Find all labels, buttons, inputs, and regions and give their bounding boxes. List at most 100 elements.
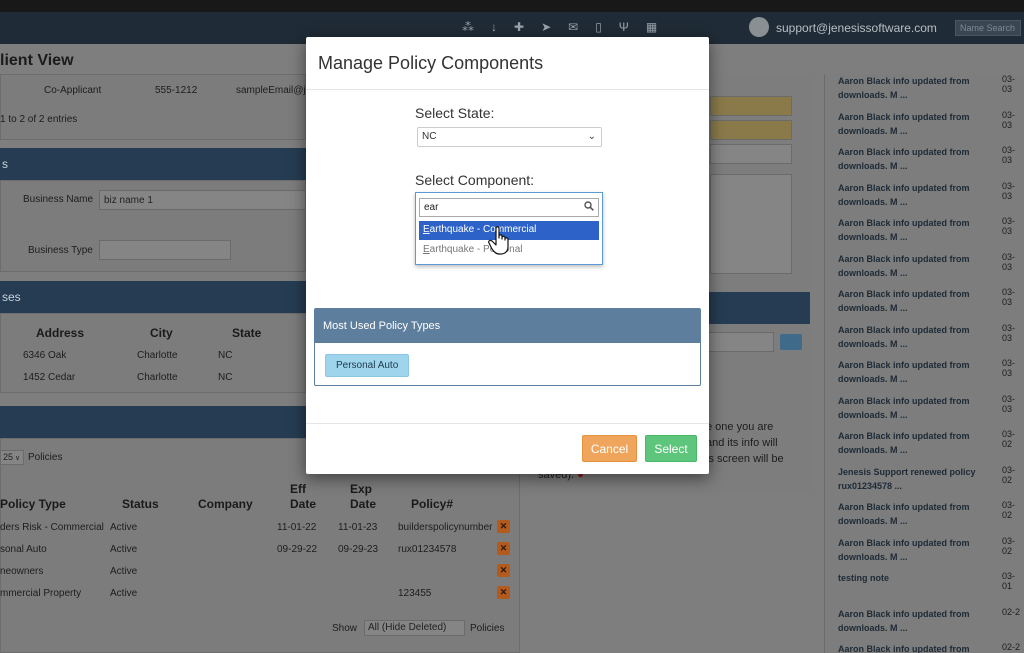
state-select[interactable]: NC ⌄	[417, 127, 602, 147]
user-email[interactable]: support@jenesissoftware.com	[776, 21, 937, 35]
coapplicant-email: sampleEmail@je	[236, 85, 312, 96]
component-search-input[interactable]: ear	[419, 198, 599, 217]
calendar-icon[interactable]: ▦	[646, 20, 657, 34]
select-state-label: Select State:	[415, 105, 495, 121]
business-name-input[interactable]: biz name 1	[99, 190, 306, 210]
exp-date-header-line-2: Date	[350, 497, 377, 511]
middle-input[interactable]	[710, 144, 792, 164]
hand-cursor-icon	[488, 226, 509, 255]
business-type-input[interactable]	[99, 240, 231, 260]
policy-number-cell: builderspolicynumber	[398, 522, 493, 533]
note-date: 03-02	[1002, 535, 1016, 556]
note-item[interactable]: Aaron Black info updated from downloads.…	[838, 394, 988, 422]
policy-type-cell: sonal Auto	[0, 544, 47, 555]
policy-number-col-header[interactable]: Policy#	[411, 497, 453, 511]
note-item[interactable]: testing note	[838, 571, 988, 585]
modal-footer-divider	[306, 423, 709, 424]
middle-textarea[interactable]	[710, 174, 792, 274]
addresses-panel-title: ses	[2, 290, 21, 304]
name-search-input[interactable]: Name Search	[955, 20, 1021, 36]
policy-type-cell: neowners	[0, 566, 44, 577]
document-icon[interactable]: ▯	[595, 20, 602, 34]
exp-date-col-header[interactable]: Exp Date	[350, 482, 376, 512]
note-date: 03-03	[1002, 251, 1016, 272]
eff-date-col-header[interactable]: Eff Date	[290, 482, 316, 512]
state-select-value: NC	[422, 131, 437, 142]
show-policies-select[interactable]: All (Hide Deleted)	[364, 620, 465, 636]
address-col-header[interactable]: Address	[36, 326, 84, 340]
note-date: 03-03	[1002, 145, 1016, 165]
status-col-header[interactable]: Status	[122, 497, 159, 511]
middle-select-1[interactable]	[710, 96, 792, 116]
note-item[interactable]: Aaron Black info updated from downloads.…	[838, 536, 988, 564]
delete-policy-icon[interactable]: ✕	[497, 520, 510, 533]
download-icon[interactable]: ↓	[491, 20, 497, 34]
select-button[interactable]: Select	[645, 435, 697, 462]
note-date: 03-03	[1002, 74, 1016, 94]
exp-date-cell: 09-29-23	[338, 544, 379, 555]
page-size-suffix: Policies	[28, 452, 63, 463]
note-date: 03-03	[1002, 216, 1016, 236]
coapplicant-phone: 555-1212	[155, 85, 198, 96]
business-name-label: Business Name	[23, 194, 94, 205]
note-date: 03-03	[1002, 287, 1016, 307]
address-cell: 1452 Cedar	[23, 372, 76, 383]
note-item[interactable]: Aaron Black info updated from downloads.…	[838, 74, 988, 102]
delete-policy-icon[interactable]: ✕	[497, 564, 510, 577]
note-date: 03-03	[1002, 393, 1016, 414]
note-date: 03-03	[1002, 180, 1016, 201]
note-item[interactable]: Aaron Black info updated from downloads.…	[838, 358, 988, 386]
eff-date-header-line-2: Date	[290, 497, 317, 511]
city-col-header[interactable]: City	[150, 326, 173, 340]
business-panel-header: s	[0, 148, 306, 180]
note-date: 03-02	[1002, 464, 1016, 485]
send-icon[interactable]: ➤	[541, 20, 551, 34]
note-item[interactable]: Aaron Black info updated from downloads.…	[838, 642, 988, 653]
modal-title: Manage Policy Components	[318, 53, 544, 73]
status-cell: Active	[110, 566, 138, 577]
note-item[interactable]: Aaron Black info updated from downloads.…	[838, 110, 988, 138]
state-cell: NC	[218, 350, 233, 361]
note-date: 03-03	[1002, 109, 1016, 130]
user-avatar[interactable]	[749, 17, 769, 37]
mail-icon[interactable]: ✉	[568, 20, 578, 34]
middle-text-line-2: and its info will	[706, 437, 778, 449]
handshake-icon[interactable]: ⁂	[462, 20, 474, 34]
city-cell: Charlotte	[137, 372, 178, 383]
policy-number-cell: rux01234578	[398, 544, 457, 555]
status-cell: Active	[110, 588, 138, 599]
middle-text-line-3: is screen will be	[706, 453, 784, 465]
note-date: 03-02	[1002, 500, 1016, 520]
note-item[interactable]: Aaron Black info updated from downloads.…	[838, 216, 988, 244]
note-item[interactable]: Aaron Black info updated from downloads.…	[838, 323, 988, 351]
state-col-header[interactable]: State	[232, 326, 261, 340]
company-col-header[interactable]: Company	[198, 497, 253, 511]
middle-panel-button[interactable]	[780, 334, 802, 350]
delete-policy-icon[interactable]: ✕	[497, 586, 510, 599]
add-user-icon[interactable]: ✚	[514, 20, 524, 34]
policy-type-col-header[interactable]: Policy Type	[0, 497, 66, 511]
status-cell: Active	[110, 544, 138, 555]
utensils-icon[interactable]: Ψ	[619, 20, 629, 34]
note-item[interactable]: Aaron Black info updated from downloads.…	[838, 287, 988, 315]
modal-header-divider	[306, 89, 709, 90]
coapplicant-role: Co-Applicant	[44, 85, 102, 96]
note-item[interactable]: Aaron Black info updated from downloads.…	[838, 500, 988, 528]
select-component-label: Select Component:	[415, 172, 535, 188]
cancel-button[interactable]: Cancel	[582, 435, 637, 462]
show-suffix: Policies	[470, 623, 505, 634]
personal-auto-button[interactable]: Personal Auto	[325, 354, 410, 377]
page-size-value: 25	[3, 452, 14, 462]
delete-policy-icon[interactable]: ✕	[497, 542, 510, 555]
business-panel-title: s	[2, 157, 8, 171]
note-item[interactable]: Aaron Black info updated from downloads.…	[838, 607, 988, 635]
note-item[interactable]: Aaron Black info updated from downloads.…	[838, 252, 988, 280]
note-item[interactable]: Aaron Black info updated from downloads.…	[838, 429, 988, 457]
note-item[interactable]: Jenesis Support renewed policy rux012345…	[838, 465, 988, 493]
policy-type-cell: ders Risk - Commercial	[0, 522, 104, 533]
note-item[interactable]: Aaron Black info updated from downloads.…	[838, 181, 988, 209]
note-item[interactable]: Aaron Black info updated from downloads.…	[838, 145, 988, 173]
middle-select-2[interactable]	[710, 120, 792, 140]
page-title: lient View	[0, 52, 74, 69]
page-size-select[interactable]: 25 ∨	[0, 450, 24, 465]
